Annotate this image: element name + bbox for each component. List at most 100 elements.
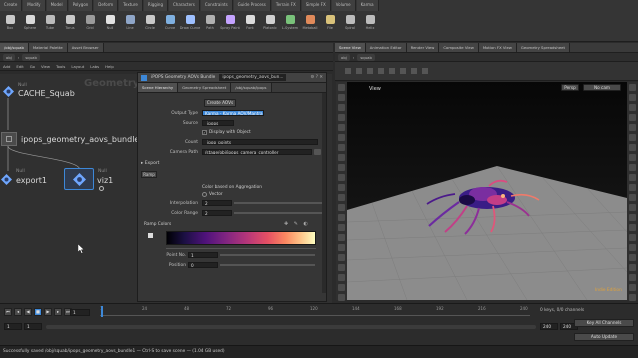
shelf-tool-14[interactable]: L-System (280, 12, 300, 40)
shelf-tool-11[interactable]: Spray Paint (220, 12, 240, 40)
shelf-tool-10[interactable]: Path (200, 12, 220, 40)
camera-path-field[interactable]: /stage/obj/ipops_camera_controller (202, 149, 312, 155)
vp-right-tool-icon[interactable] (629, 274, 636, 281)
shelf-tool-8[interactable]: Curve (160, 12, 180, 40)
point-no-field[interactable]: 1 (188, 252, 218, 258)
param-header-tools-icon[interactable]: ⚙ ? ✕ (311, 75, 323, 80)
network-menu-0[interactable]: Add (3, 64, 10, 69)
network-tab-1[interactable]: Material Palette (28, 43, 68, 52)
vp-left-tool-icon[interactable] (338, 114, 345, 121)
vp-left-tool-icon[interactable] (338, 294, 345, 301)
scene-tab-5[interactable]: Geometry Spreadsheet (516, 43, 570, 52)
select-tool-icon[interactable] (345, 68, 351, 74)
vp-right-tool-icon[interactable] (629, 84, 636, 91)
scene-tab-4[interactable]: Motion FX View (478, 43, 517, 52)
vp-left-tool-icon[interactable] (338, 284, 345, 291)
prev-key-button[interactable]: ◂ (14, 308, 22, 316)
param-node-name[interactable]: ipops_geometry_aovs_bun... (219, 74, 287, 81)
shelf-tab-6[interactable]: Rigging (143, 0, 168, 11)
vp-left-tool-icon[interactable] (338, 274, 345, 281)
scale-tool-icon[interactable] (378, 68, 384, 74)
create-aovs-button[interactable]: Create AOVs (204, 99, 236, 107)
vp-left-tool-icon[interactable] (338, 244, 345, 251)
scene-tab-3[interactable]: Composite View (439, 43, 479, 52)
vp-left-tool-icon[interactable] (338, 264, 345, 271)
ramp-key-icon[interactable] (148, 233, 153, 238)
start-frame-field[interactable]: 1 (4, 323, 22, 330)
network-menu-1[interactable]: Edit (16, 64, 23, 69)
shelf-tab-7[interactable]: Characters (168, 0, 200, 11)
param-tab-1[interactable]: Geometry Spreadsheet (178, 83, 232, 92)
transform-tool-icon[interactable] (356, 68, 362, 74)
key-all-button[interactable]: Key All Channels (574, 319, 634, 327)
shelf-tool-3[interactable]: Torus (60, 12, 80, 40)
vp-right-tool-icon[interactable] (629, 294, 636, 301)
vp-right-tool-icon[interactable] (629, 264, 636, 271)
vp-right-tool-icon[interactable] (629, 204, 636, 211)
vp-right-tool-icon[interactable] (629, 134, 636, 141)
shelf-tab-1[interactable]: Modify (23, 0, 46, 11)
scene-tab-0[interactable]: Scene View (335, 43, 366, 52)
pose-tool-icon[interactable] (400, 68, 406, 74)
network-menu-5[interactable]: Layout (71, 64, 84, 69)
node-bundle[interactable] (1, 132, 17, 146)
position-slider[interactable] (220, 264, 315, 266)
range-start-field[interactable]: 1 (24, 323, 42, 330)
next-key-button[interactable]: ▸ (54, 308, 62, 316)
network-menu-6[interactable]: Labs (90, 64, 99, 69)
param-tab-2[interactable]: /obj/squab/ipops (231, 83, 272, 92)
timeline-ruler[interactable]: 124487296120144168192216240 (100, 306, 530, 316)
vp-right-tool-icon[interactable] (629, 144, 636, 151)
shelf-tab-13[interactable]: Karma (356, 0, 379, 11)
shelf-tab-0[interactable]: Create (0, 0, 23, 11)
shelf-tool-5[interactable]: Null (100, 12, 120, 40)
vp-left-tool-icon[interactable] (338, 214, 345, 221)
output-type-menu[interactable]: Karma - Karma AOV/Mantra (202, 110, 264, 116)
display-with-object-checkbox[interactable]: ✓ (202, 130, 207, 135)
stop-button[interactable]: ■ (34, 308, 42, 316)
vp-left-tool-icon[interactable] (338, 224, 345, 231)
shelf-tool-2[interactable]: Tube (40, 12, 60, 40)
vp-left-tool-icon[interactable] (338, 194, 345, 201)
vp-right-tool-icon[interactable] (629, 244, 636, 251)
vp-right-tool-icon[interactable] (629, 114, 636, 121)
vp-right-tool-icon[interactable] (629, 214, 636, 221)
range-slider[interactable] (46, 325, 536, 329)
shelf-tool-4[interactable]: Grid (80, 12, 100, 40)
vp-right-tool-icon[interactable] (629, 284, 636, 291)
shelf-tab-2[interactable]: Model (46, 0, 68, 11)
vp-left-tool-icon[interactable] (338, 204, 345, 211)
display-flag-icon[interactable] (99, 186, 104, 191)
network-menu-3[interactable]: View (41, 64, 50, 69)
vp-left-tool-icon[interactable] (338, 144, 345, 151)
network-tab-2[interactable]: Asset Browser (67, 43, 104, 52)
vp-right-tool-icon[interactable] (629, 154, 636, 161)
interpolation-field[interactable]: 2 (202, 200, 232, 206)
shelf-tab-8[interactable]: Constraints (200, 0, 233, 11)
vp-left-tool-icon[interactable] (338, 234, 345, 241)
shelf-tool-17[interactable]: Spiral (340, 12, 360, 40)
network-menu-4[interactable]: Tools (56, 64, 65, 69)
vp-left-tool-icon[interactable] (338, 134, 345, 141)
vp-right-tool-icon[interactable] (629, 174, 636, 181)
point-no-slider[interactable] (220, 254, 315, 256)
shelf-tab-9[interactable]: Guide Process (233, 0, 271, 11)
node-export[interactable] (0, 171, 13, 190)
color-range-field[interactable]: 2 (202, 210, 232, 216)
vp-left-tool-icon[interactable] (338, 254, 345, 261)
vp-right-tool-icon[interactable] (629, 124, 636, 131)
scene-tab-2[interactable]: Render View (406, 43, 440, 52)
vp-left-tool-icon[interactable] (338, 154, 345, 161)
shelf-tool-6[interactable]: Line (120, 12, 140, 40)
view-tool-icon[interactable] (422, 68, 428, 74)
snap-icon[interactable] (411, 68, 417, 74)
vp-left-tool-icon[interactable] (338, 84, 345, 91)
shelf-tool-7[interactable]: Circle (140, 12, 160, 40)
position-field[interactable]: 0 (188, 262, 218, 268)
param-tab-0[interactable]: Scene Hierarchy (138, 83, 179, 92)
handle-tool-icon[interactable] (389, 68, 395, 74)
vp-left-tool-icon[interactable] (338, 184, 345, 191)
interpolation-slider[interactable] (234, 202, 324, 204)
vp-left-tool-icon[interactable] (338, 94, 345, 101)
vp-right-tool-icon[interactable] (629, 234, 636, 241)
